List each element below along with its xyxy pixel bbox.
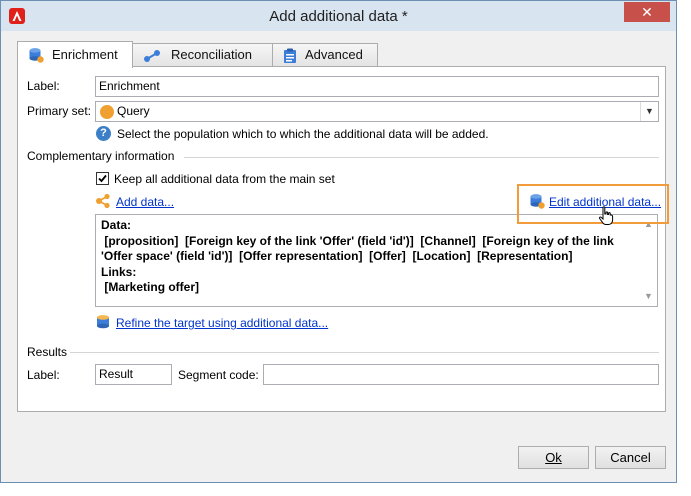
tab-advanced-label: Advanced [305,47,363,62]
checkmark-icon [98,174,107,183]
links-heading: Links: [101,264,137,279]
add-data-link[interactable]: Add data... [116,195,174,209]
ok-button-label: Ok [545,450,562,465]
primary-set-caption: Primary set: [27,104,92,118]
section-divider [184,157,659,158]
cancel-button-label: Cancel [610,450,651,465]
dialog-window: Add additional data * ✕ Enrichment Recon… [0,0,677,483]
close-button[interactable]: ✕ [624,2,670,22]
scroll-down-icon[interactable]: ▼ [644,289,653,305]
additional-data-summary[interactable]: Data: [proposition] [Foreign key of the … [95,214,658,307]
segment-code-input[interactable] [263,364,659,385]
chevron-down-icon[interactable]: ▼ [640,102,658,121]
keep-all-checkbox[interactable] [96,172,109,185]
result-label-input[interactable]: Result [95,364,172,385]
data-fields-text: [proposition] [Foreign key of the link '… [101,233,618,264]
primary-set-select[interactable]: Query ▼ [95,101,659,122]
tab-enrichment-label: Enrichment [52,47,118,62]
links-text: [Marketing offer] [101,280,200,294]
tab-reconciliation-label: Reconciliation [171,47,252,62]
result-label-caption: Label: [27,368,60,382]
cancel-button[interactable]: Cancel [595,446,666,469]
enrichment-panel: Label: Enrichment Primary set: Query ▼ ?… [17,66,666,412]
window-title: Add additional data * [269,8,408,25]
refine-target-link[interactable]: Refine the target using additional data.… [116,316,328,330]
keep-all-label: Keep all additional data from the main s… [114,172,335,186]
label-caption: Label: [27,79,60,93]
primary-set-value: Query [117,104,150,118]
database-filter-icon [95,314,111,333]
callout-highlight [517,184,669,224]
results-divider [70,352,659,353]
help-icon: ? [96,126,111,141]
tab-reconciliation[interactable]: Reconciliation [132,43,273,67]
share-nodes-icon [95,193,111,212]
primary-set-help-text: Select the population which to which the… [117,127,489,141]
vertical-scrollbar[interactable]: ▲ ▼ [640,215,657,306]
tab-enrichment[interactable]: Enrichment [17,41,133,68]
hand-cursor-icon [598,206,614,229]
tab-advanced[interactable]: Advanced [272,43,378,67]
ok-button[interactable]: Ok [518,446,589,469]
query-icon [100,105,114,119]
title-bar[interactable]: Add additional data * ✕ [1,1,676,31]
label-input[interactable]: Enrichment [95,76,659,97]
segment-code-caption: Segment code: [178,368,259,382]
results-section-title: Results [27,345,68,359]
database-star-icon [28,47,44,70]
complementary-section-title: Complementary information [27,149,175,163]
